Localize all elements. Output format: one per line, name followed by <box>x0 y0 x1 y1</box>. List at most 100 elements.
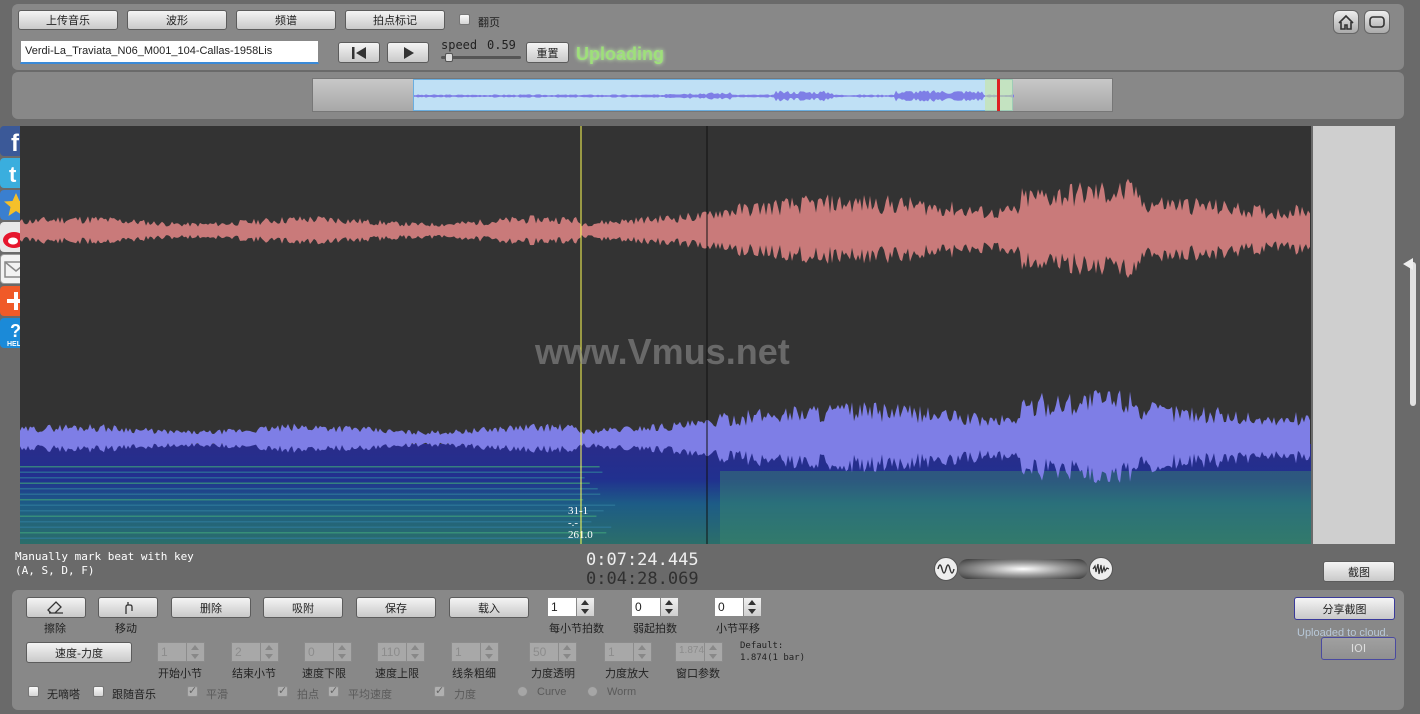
beats-per-bar-value[interactable]: 1 <box>547 597 577 617</box>
speed-slider-thumb[interactable] <box>445 53 454 62</box>
line-width-stepper[interactable]: 1 <box>451 642 499 662</box>
window-param-label: 窗口参数 <box>676 667 720 680</box>
dynamics-checkbox[interactable] <box>434 684 445 697</box>
upload-status: Uploading <box>576 44 664 64</box>
window-param-stepper[interactable]: 1.874 <box>675 642 723 662</box>
ioi-button[interactable]: IOI <box>1321 637 1396 660</box>
file-name-field[interactable]: Verdi-La_Traviata_N06_M001_104-Callas-19… <box>20 40 319 64</box>
pickup-arrows[interactable] <box>661 597 679 617</box>
speed-low-value[interactable]: 0 <box>304 642 334 662</box>
window-param-value[interactable]: 1.874 <box>675 642 705 662</box>
analysis-canvas[interactable]: www.Vmus.net 31-1 -.- 261.0 <box>20 126 1311 544</box>
delete-button[interactable]: 删除 <box>171 597 251 618</box>
upload-music-button[interactable]: 上传音乐 <box>18 10 118 30</box>
avg-speed-checkbox[interactable] <box>328 684 339 697</box>
play-icon <box>404 46 414 59</box>
share-screenshot-button[interactable]: 分享截图 <box>1294 597 1395 620</box>
speed-dynamics-button[interactable]: 速度-力度 <box>26 642 132 663</box>
svg-text:t: t <box>9 162 17 187</box>
save-button[interactable]: 保存 <box>356 597 436 618</box>
move-button[interactable] <box>98 597 158 618</box>
load-button[interactable]: 载入 <box>449 597 529 618</box>
scroll-arrow-icon[interactable] <box>1403 258 1413 270</box>
hint-text-line2: (A, S, D, F) <box>15 564 95 577</box>
dyn-zoom-stepper[interactable]: 1 <box>604 642 652 662</box>
start-bar-value[interactable]: 1 <box>157 642 187 662</box>
avg-speed-label: 平均速度 <box>348 688 392 701</box>
spectrogram-line <box>20 488 598 490</box>
mode-slider-track[interactable] <box>958 559 1088 579</box>
dyn-zoom-arrows[interactable] <box>634 642 652 662</box>
start-bar-stepper[interactable]: 1 <box>157 642 205 662</box>
beat-marker-label-dash: -.- <box>568 517 579 529</box>
bar-shift-arrows[interactable] <box>744 597 762 617</box>
opacity-stepper[interactable]: 50 <box>529 642 577 662</box>
end-bar-stepper[interactable]: 2 <box>231 642 279 662</box>
spectrum-button[interactable]: 频谱 <box>236 10 336 30</box>
beat-mark-button[interactable]: 拍点标记 <box>345 10 445 30</box>
overview-visible-range[interactable] <box>413 79 1014 111</box>
follow-music-checkbox[interactable] <box>93 686 104 697</box>
bar-shift-stepper[interactable]: 0 <box>714 597 762 617</box>
window-param-arrows[interactable] <box>705 642 723 662</box>
view-mode-toggle[interactable] <box>934 557 1113 582</box>
spectrogram-line <box>20 526 612 528</box>
worm-label: Worm <box>607 686 637 698</box>
beat-points-checkbox[interactable] <box>277 684 288 697</box>
home-icon[interactable] <box>1333 10 1359 34</box>
snap-button[interactable]: 吸附 <box>263 597 343 618</box>
speed-label: speed <box>441 38 478 52</box>
spectrogram-line <box>20 510 604 512</box>
end-bar-label: 结束小节 <box>232 667 276 680</box>
start-bar-arrows[interactable] <box>187 642 205 662</box>
spectrogram-line <box>20 493 601 495</box>
overview-track[interactable] <box>312 78 1113 112</box>
spectrogram-line <box>20 537 584 539</box>
line-width-arrows[interactable] <box>481 642 499 662</box>
prev-button[interactable] <box>338 42 380 63</box>
reset-button[interactable]: 重置 <box>526 42 569 63</box>
curve-label: Curve <box>537 686 567 698</box>
screenshot-button[interactable]: 截图 <box>1323 561 1395 582</box>
pickup-stepper[interactable]: 0 <box>631 597 679 617</box>
dyn-zoom-value[interactable]: 1 <box>604 642 634 662</box>
waveform-button[interactable]: 波形 <box>127 10 227 30</box>
dyn-zoom-label: 力度放大 <box>605 667 649 680</box>
no-tick-checkbox[interactable] <box>28 686 39 697</box>
speed-slider[interactable] <box>441 53 521 62</box>
speed-high-stepper[interactable]: 110 <box>377 642 425 662</box>
beats-per-bar-arrows[interactable] <box>577 597 595 617</box>
curve-radio[interactable] <box>517 686 528 697</box>
vertical-scrollbar[interactable] <box>1410 262 1416 406</box>
spectrum-mode-icon[interactable] <box>1089 557 1113 581</box>
follow-music-label: 跟随音乐 <box>112 688 156 701</box>
pickup-value[interactable]: 0 <box>631 597 661 617</box>
opacity-arrows[interactable] <box>559 642 577 662</box>
spectrogram-line <box>20 504 616 506</box>
end-bar-arrows[interactable] <box>261 642 279 662</box>
opacity-label: 力度透明 <box>531 667 575 680</box>
window-icon[interactable] <box>1364 10 1390 34</box>
overview-playhead[interactable] <box>997 79 1000 111</box>
erase-button[interactable] <box>26 597 86 618</box>
speed-high-value[interactable]: 110 <box>377 642 407 662</box>
bar-shift-value[interactable]: 0 <box>714 597 744 617</box>
beat-points-label: 拍点 <box>297 688 319 701</box>
speed-high-arrows[interactable] <box>407 642 425 662</box>
current-time: 0:07:24.445 <box>586 550 699 570</box>
speed-low-stepper[interactable]: 0 <box>304 642 352 662</box>
waveform-mode-icon[interactable] <box>934 557 958 581</box>
end-bar-value[interactable]: 2 <box>231 642 261 662</box>
spectrogram-line <box>20 466 600 468</box>
smooth-checkbox[interactable] <box>187 684 198 697</box>
start-bar-label: 开始小节 <box>158 667 202 680</box>
move-label: 移动 <box>115 622 137 635</box>
beat-marker-label-bar: 31-1 <box>568 505 589 517</box>
speed-low-arrows[interactable] <box>334 642 352 662</box>
worm-radio[interactable] <box>587 686 598 697</box>
page-turn-checkbox[interactable] <box>459 14 470 25</box>
line-width-value[interactable]: 1 <box>451 642 481 662</box>
play-button[interactable] <box>387 42 429 63</box>
beats-per-bar-stepper[interactable]: 1 <box>547 597 595 617</box>
opacity-value[interactable]: 50 <box>529 642 559 662</box>
